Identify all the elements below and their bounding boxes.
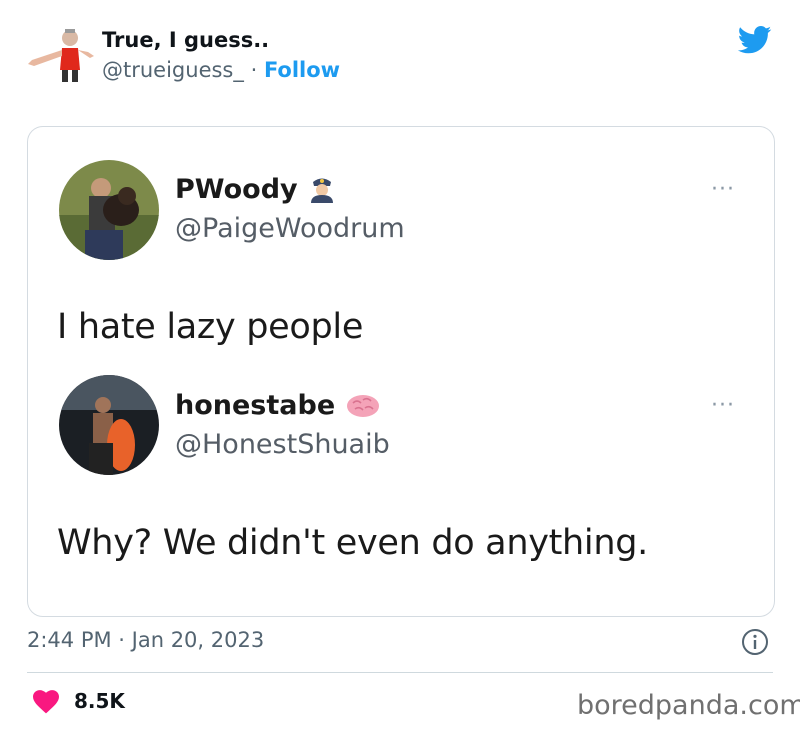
tweet-header: True, I guess.. @trueiguess_ · Follow bbox=[0, 0, 800, 100]
honestabe-name-row: honestabe bbox=[175, 390, 381, 421]
honestabe-post-text: Why? We didn't even do anything. bbox=[57, 523, 648, 563]
honestabe-avatar bbox=[59, 375, 159, 475]
like-count[interactable]: 8.5K bbox=[74, 689, 125, 713]
pwoody-avatar bbox=[59, 160, 159, 260]
twitter-bird-icon[interactable] bbox=[738, 26, 772, 54]
more-options-icon: ··· bbox=[711, 393, 735, 418]
embedded-screenshot: PWoody @PaigeWoodrum ··· I hate lazy peo… bbox=[27, 126, 775, 617]
watermark: boredpanda.com bbox=[577, 690, 800, 721]
pwoody-handle: @PaigeWoodrum bbox=[175, 213, 405, 244]
police-emoji-icon bbox=[311, 178, 334, 203]
author-handle[interactable]: @trueiguess_ bbox=[102, 58, 244, 82]
more-options-icon: ··· bbox=[711, 177, 735, 202]
pwoody-name-row: PWoody bbox=[175, 173, 337, 205]
follow-button[interactable]: Follow bbox=[264, 58, 340, 82]
heart-icon[interactable] bbox=[33, 690, 59, 714]
divider bbox=[27, 672, 773, 673]
brain-emoji-icon bbox=[346, 395, 379, 417]
pwoody-name: PWoody bbox=[175, 174, 298, 205]
tweet-timestamp[interactable]: 2:44 PM · Jan 20, 2023 bbox=[27, 628, 264, 652]
info-icon[interactable] bbox=[741, 628, 769, 656]
author-name[interactable]: True, I guess.. bbox=[102, 28, 269, 52]
author-avatar[interactable] bbox=[24, 26, 98, 84]
separator-dot: · bbox=[250, 58, 258, 82]
author-handle-line: @trueiguess_ · Follow bbox=[102, 58, 340, 82]
honestabe-handle: @HonestShuaib bbox=[175, 429, 390, 460]
pwoody-post-text: I hate lazy people bbox=[57, 307, 364, 347]
honestabe-name: honestabe bbox=[175, 390, 336, 421]
